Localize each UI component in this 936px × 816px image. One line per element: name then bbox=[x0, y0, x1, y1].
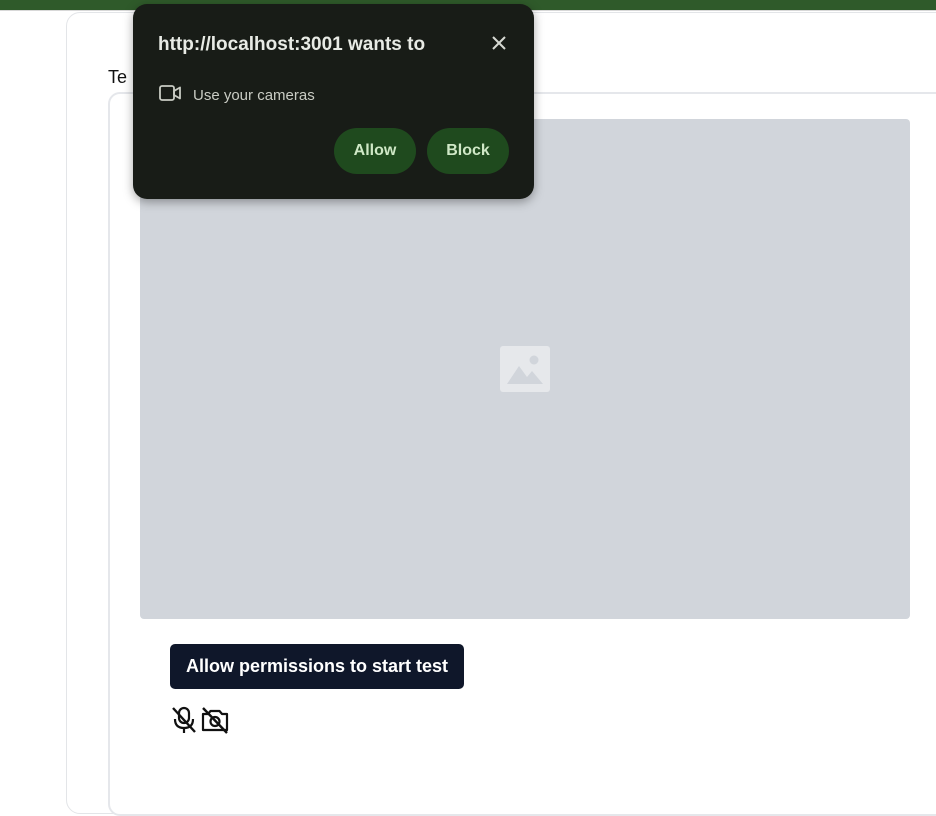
close-icon[interactable] bbox=[488, 32, 510, 54]
permission-label: Use your cameras bbox=[193, 87, 315, 104]
mic-off-icon bbox=[170, 705, 198, 735]
media-status-icons bbox=[170, 704, 230, 736]
video-camera-icon bbox=[159, 84, 181, 107]
permission-row: Use your cameras bbox=[159, 84, 315, 107]
allow-permissions-button[interactable]: Allow permissions to start test bbox=[170, 644, 464, 689]
allow-button[interactable]: Allow bbox=[334, 128, 416, 174]
block-button[interactable]: Block bbox=[427, 128, 509, 174]
image-placeholder-icon bbox=[500, 346, 550, 392]
popup-title: http://localhost:3001 wants to bbox=[158, 34, 426, 55]
camera-permission-popup: http://localhost:3001 wants to Use your … bbox=[133, 4, 534, 199]
camera-off-icon bbox=[200, 705, 230, 735]
section-title: Te bbox=[108, 67, 128, 87]
